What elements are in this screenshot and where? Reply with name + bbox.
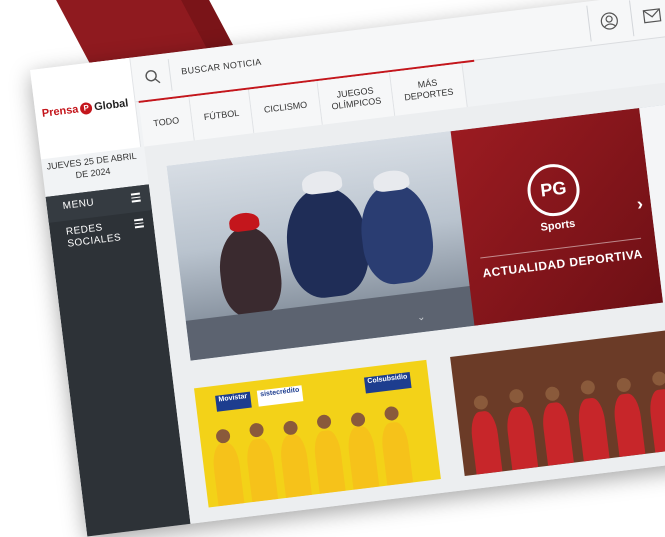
person-figure	[346, 424, 380, 490]
person-head	[383, 405, 400, 422]
search-glyph	[145, 70, 161, 84]
person-figure	[379, 420, 414, 486]
person-head	[473, 394, 489, 411]
chevron-down-icon[interactable]: ⌄	[416, 312, 426, 324]
person-figure	[504, 405, 539, 471]
person-figure	[211, 441, 245, 507]
person-head	[544, 385, 561, 402]
hero-brand-panel: PG Sports ACTUALIDAD DEPORTIVA	[450, 108, 664, 326]
person-figure	[540, 401, 574, 466]
site-logo[interactable]: Prensa P Global	[30, 57, 142, 160]
mail-icon	[642, 8, 662, 24]
person-figure	[576, 396, 610, 462]
rider-shape	[214, 223, 286, 320]
user-icon	[600, 12, 618, 30]
hero-brand: Sports	[539, 217, 576, 234]
hamburger-icon	[133, 218, 144, 230]
sidebar-item-label: REDES SOCIALES	[65, 222, 122, 250]
person-figure	[469, 409, 503, 475]
rider-shape	[280, 182, 374, 302]
logo-text-prensa: Prensa	[41, 103, 80, 120]
user-button[interactable]	[586, 0, 632, 42]
nav-item-futbol[interactable]: FÚTBOL	[189, 89, 255, 141]
pg-sports-logo: PG	[524, 160, 583, 219]
sponsor-badge: Movistar	[215, 391, 252, 412]
hamburger-icon	[130, 192, 141, 205]
main-content: PG Sports ACTUALIDAD DEPORTIVA › ⌄ Movis…	[144, 78, 665, 524]
person-head	[350, 411, 366, 428]
person-head	[316, 413, 332, 430]
person-figure	[244, 437, 279, 503]
person-figure	[612, 392, 646, 458]
logo-text-global: Global	[93, 97, 129, 114]
search-icon[interactable]	[133, 59, 173, 96]
cyclists-photo	[166, 130, 479, 361]
person-figure	[278, 433, 312, 498]
hero-tagline: ACTUALIDAD DEPORTIVA	[480, 237, 644, 280]
browser-screen: Prensa P Global BUSCAR NOTICIA TODO FÚTB…	[30, 0, 665, 537]
person-head	[651, 370, 665, 387]
person-head	[508, 388, 525, 404]
person-figure	[647, 387, 665, 453]
person-head	[282, 420, 299, 436]
person-head	[248, 422, 265, 438]
person-figure	[312, 429, 346, 494]
person-head	[616, 377, 632, 393]
logo-mark-icon: P	[79, 101, 94, 116]
rider-shape	[355, 179, 438, 288]
person-head	[580, 379, 596, 396]
sidebar-item-label: MENU	[62, 197, 95, 212]
nav-item-todo[interactable]: TODO	[138, 96, 195, 147]
mail-button[interactable]	[628, 0, 665, 37]
news-card-cycling-team[interactable]: Movistar sistecrédito Colsubsidio	[194, 359, 441, 508]
news-card-basketball-team[interactable]	[450, 328, 665, 477]
person-head	[215, 428, 231, 445]
hero-banner[interactable]: PG Sports ACTUALIDAD DEPORTIVA ›	[166, 103, 665, 361]
sponsor-badge: sistecrédito	[256, 385, 304, 407]
sponsor-badge: Colsubsidio	[363, 371, 412, 394]
